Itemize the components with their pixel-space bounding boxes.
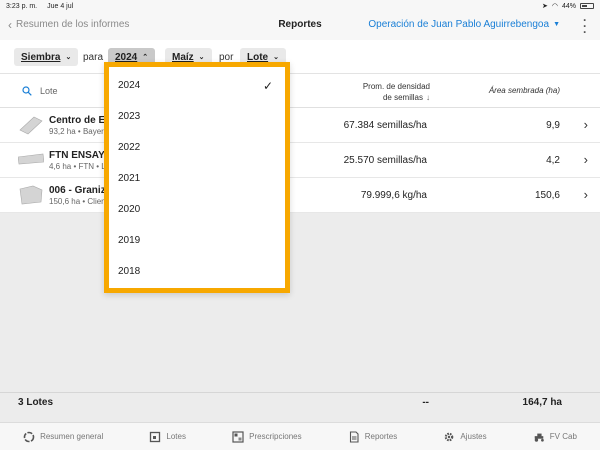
year-option[interactable]: 2021 (109, 160, 285, 191)
row-density: 79.999,6 kg/ha (360, 190, 427, 201)
tab-label: Reportes (364, 432, 398, 441)
table-row[interactable]: Centro de Ent 93,2 ha • Bayer 67.384 sem… (0, 108, 600, 143)
year-filter-label: 2024 (115, 51, 138, 63)
year-option-label: 2021 (118, 173, 141, 184)
year-option[interactable]: 2018 (109, 253, 285, 284)
row-name: 006 - Granizo (49, 185, 112, 196)
tab-label: Ajustes (460, 432, 487, 441)
tab-label: FV Cab (549, 432, 577, 441)
summary-count: 3 Lotes (18, 397, 54, 408)
gear-icon (445, 432, 454, 441)
search-icon[interactable] (22, 86, 32, 96)
tab-fv-cab[interactable]: FV Cab (533, 431, 577, 443)
year-option-label: 2024 (118, 80, 141, 91)
column-header-density-line2: de semillas (382, 93, 423, 102)
row-subtitle: 93,2 ha • Bayer (49, 127, 104, 136)
year-option-label: 2018 (118, 266, 141, 277)
para-label: para (83, 52, 104, 63)
summary-density: -- (422, 397, 429, 408)
tab-label: Resumen general (40, 432, 104, 441)
row-area: 9,9 (546, 120, 560, 131)
summary-area: 164,7 ha (522, 397, 562, 408)
dashboard-ring-icon (23, 431, 35, 442)
chevron-down-icon: ⌄ (65, 54, 72, 61)
year-option[interactable]: 2023 (109, 98, 285, 129)
year-dropdown-menu: 2024 ✓ 2023 2022 2021 2020 2019 2018 (104, 62, 290, 293)
year-option[interactable]: 2019 (109, 222, 285, 253)
tab-label: Prescripciones (249, 432, 302, 441)
operation-label: Operación de Juan Pablo Aguirrebengoa (368, 19, 550, 30)
status-date: Jue 4 jul (47, 2, 74, 10)
tab-label: Lotes (166, 432, 186, 441)
table-header: Lote Prom. de densidad de semillas ↓ Área… (0, 74, 600, 108)
column-header-density-line1: Prom. de densidad (362, 82, 430, 91)
row-subtitle: 150,6 ha • Clien (49, 197, 106, 206)
field-map-icon (150, 431, 161, 442)
chevron-right-icon[interactable]: › (584, 187, 588, 202)
navigation-bar: ‹ Resumen de los informes Reportes Opera… (0, 12, 600, 40)
filter-bar: Siembra ⌄ para 2024 ⌃ Maíz ⌄ por Lote ⌄ (0, 40, 600, 74)
chevron-down-icon: ▼ (553, 21, 560, 28)
operation-selector[interactable]: Operación de Juan Pablo Aguirrebengoa ▼ (368, 19, 560, 30)
search-field-label[interactable]: Lote (40, 86, 58, 96)
column-header-area[interactable]: Área sembrada (ha) (489, 86, 560, 95)
chevron-up-icon: ⌃ (142, 54, 149, 61)
row-density: 67.384 semillas/ha (343, 120, 427, 131)
table-row[interactable]: 006 - Granizo 150,6 ha • Clien 79.999,6 … (0, 178, 600, 213)
summary-footer: 3 Lotes -- 164,7 ha (0, 392, 600, 412)
more-options-icon[interactable]: · · · (583, 14, 587, 38)
year-option[interactable]: 2024 ✓ (109, 67, 285, 98)
chevron-down-icon: ⌄ (198, 54, 205, 61)
row-name: FTN ENSAYO (49, 150, 113, 161)
crop-filter-label: Maíz (172, 51, 194, 63)
chevron-right-icon[interactable]: › (584, 152, 588, 167)
battery-icon (580, 3, 594, 9)
year-option[interactable]: 2020 (109, 191, 285, 222)
tab-bar: Resumen general Lotes Prescripciones Rep… (0, 422, 600, 450)
report-document-icon (349, 430, 359, 443)
tab-resumen-general[interactable]: Resumen general (23, 431, 103, 443)
chevron-down-icon: ⌄ (273, 54, 279, 61)
location-icon: ➤ (542, 3, 548, 10)
row-subtitle: 4,6 ha • FTN • L (49, 162, 106, 171)
status-time: 3:23 p. m. (6, 2, 38, 10)
table-body: Centro de Ent 93,2 ha • Bayer 67.384 sem… (0, 108, 600, 213)
tractor-icon (534, 433, 544, 442)
year-option-label: 2019 (118, 235, 141, 246)
sort-arrow-down-icon: ↓ (426, 93, 430, 102)
tab-prescripciones[interactable]: Prescripciones (232, 430, 302, 443)
activity-filter-label: Siembra (21, 51, 61, 63)
wifi-icon: ◠ (551, 3, 558, 10)
row-area: 4,2 (546, 155, 560, 166)
field-shape-icon (19, 185, 43, 205)
tab-lotes[interactable]: Lotes (149, 431, 186, 443)
chevron-right-icon[interactable]: › (584, 117, 588, 132)
year-option-label: 2022 (118, 142, 141, 153)
field-shape-icon (18, 153, 44, 165)
field-shape-icon (19, 116, 43, 135)
status-bar: 3:23 p. m. Jue 4 jul ➤ ◠ 44% (0, 0, 600, 12)
battery-percent: 44% (561, 2, 576, 10)
tab-ajustes[interactable]: Ajustes (443, 431, 487, 443)
tab-reportes[interactable]: Reportes (348, 430, 398, 443)
activity-filter-button[interactable]: Siembra ⌄ (14, 48, 79, 66)
year-option-label: 2023 (118, 111, 141, 122)
prescription-grid-icon (232, 430, 244, 443)
year-option[interactable]: 2022 (109, 129, 285, 160)
group-filter-label: Lote (247, 51, 269, 63)
row-density: 25.570 semillas/ha (343, 155, 427, 166)
table-row[interactable]: FTN ENSAYO 4,6 ha • FTN • L 25.570 semil… (0, 143, 600, 178)
column-header-density[interactable]: Prom. de densidad de semillas ↓ (363, 81, 430, 103)
year-option-label: 2020 (118, 204, 141, 215)
row-area: 150,6 (534, 190, 560, 201)
